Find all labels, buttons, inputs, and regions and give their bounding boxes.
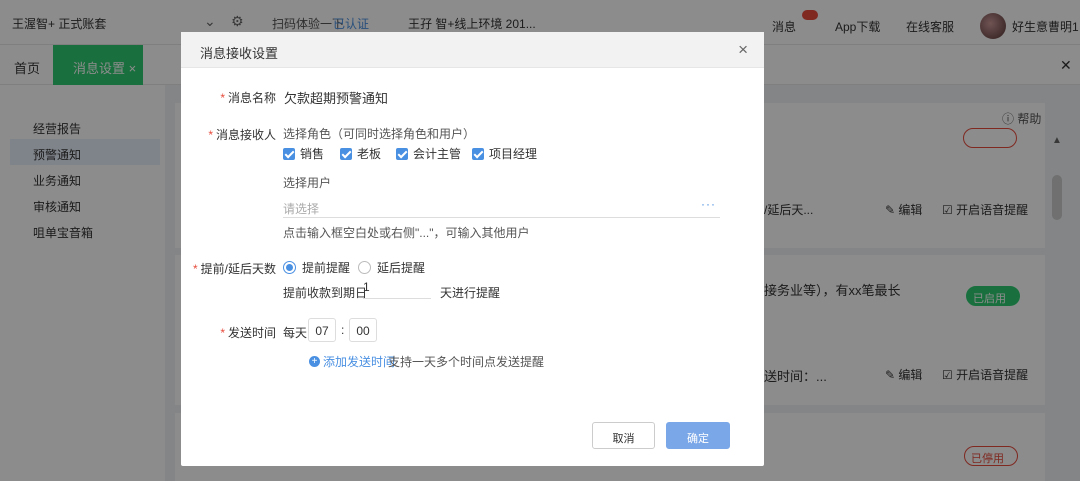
confirm-button[interactable]: 确定 — [666, 422, 730, 449]
plus-icon[interactable]: + — [309, 356, 320, 367]
dialog-title: 消息接收设置 — [200, 46, 279, 61]
user-select-placeholder: 请选择 — [283, 202, 320, 216]
role-checkbox-accounting-supervisor[interactable]: 会计主管 — [396, 145, 461, 162]
radio-icon[interactable] — [283, 261, 296, 274]
radio-icon[interactable] — [358, 261, 371, 274]
checkbox-icon[interactable] — [472, 147, 484, 160]
dialog-header: 消息接收设置 × — [181, 32, 764, 68]
role-hint: 选择角色（可同时选择角色和用户） — [283, 127, 476, 141]
message-name-label: * 消息名称 — [220, 91, 276, 105]
time-separator: : — [341, 323, 345, 337]
days-input[interactable]: 1 — [363, 277, 431, 299]
role-checkbox-project-manager[interactable]: 项目经理 — [472, 145, 537, 162]
days-suffix: 天进行提醒 — [440, 286, 501, 300]
before-due-prefix: 提前收款到期日 — [283, 286, 368, 300]
cancel-button[interactable]: 取消 — [592, 422, 655, 449]
close-icon[interactable]: × — [738, 40, 748, 60]
every-day-label: 每天 — [283, 326, 308, 340]
message-receive-settings-dialog: 消息接收设置 × * 消息名称 欠款超期预警通知 * 消息接收人 选择角色（可同时选… — [181, 32, 764, 466]
user-select-input[interactable]: 请选择 ··· — [283, 194, 720, 218]
role-checkbox-boss[interactable]: 老板 — [340, 145, 381, 162]
hour-input[interactable]: 07 — [308, 318, 336, 342]
radio-remind-before[interactable]: 提前提醒 — [283, 259, 350, 276]
checkbox-icon[interactable] — [340, 147, 352, 160]
days-label: * 提前/延后天数 — [192, 262, 276, 276]
add-time-hint: 支持一天多个时间点发送提醒 — [388, 355, 545, 369]
send-time-label: * 发送时间 — [220, 326, 276, 340]
select-user-label: 选择用户 — [283, 176, 332, 190]
radio-remind-after[interactable]: 延后提醒 — [358, 259, 425, 276]
checkbox-icon[interactable] — [396, 147, 408, 160]
message-name-value: 欠款超期预警通知 — [284, 91, 389, 106]
checkbox-icon[interactable] — [283, 147, 295, 160]
user-select-hint: 点击输入框空白处或右侧"..."，可输入其他用户 — [283, 226, 530, 240]
more-icon[interactable]: ··· — [701, 197, 716, 211]
role-checkbox-sales[interactable]: 销售 — [283, 145, 324, 162]
add-send-time-link[interactable]: + 添加发送时间 — [309, 353, 395, 370]
receiver-label: * 消息接收人 — [208, 128, 276, 142]
minute-input[interactable]: 00 — [349, 318, 377, 342]
